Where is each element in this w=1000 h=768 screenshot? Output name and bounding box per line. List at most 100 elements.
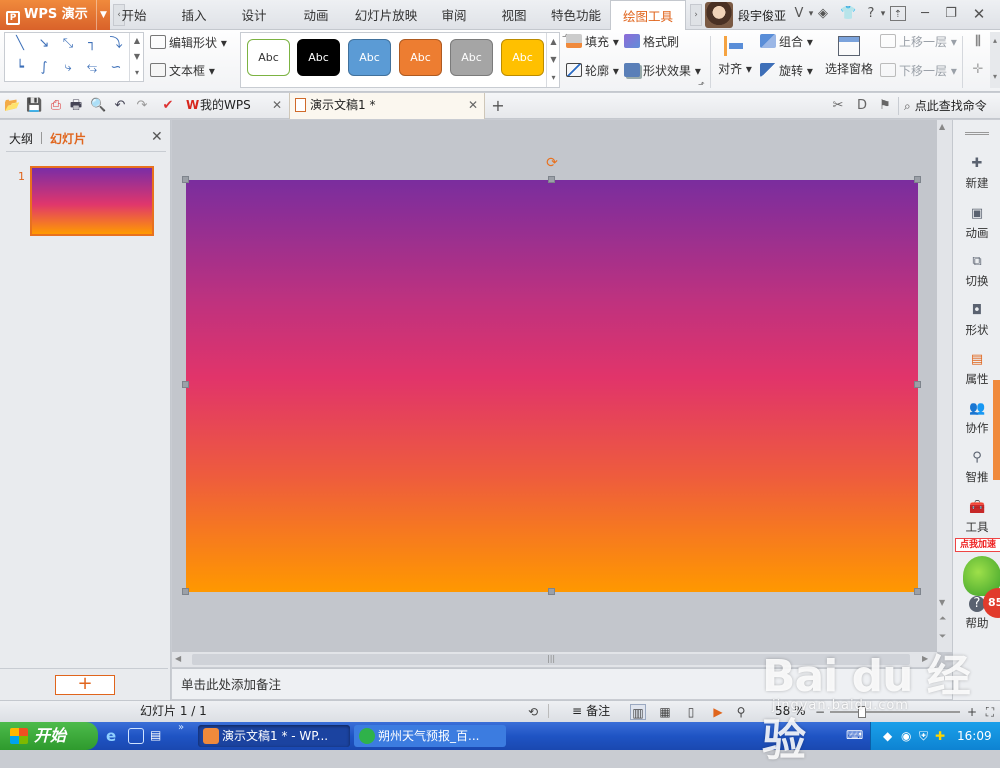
ribbon-scroll[interactable]: ▴ ▾ [990, 32, 1000, 88]
distribute-vertical-icon[interactable]: ⫼ [970, 34, 986, 50]
slideshow-icon[interactable]: ▶ [710, 704, 726, 720]
fill-button[interactable]: 填充 ▾ [566, 32, 619, 52]
ie-icon[interactable]: e [106, 727, 124, 745]
outline-button[interactable]: 轮廓 ▾ [566, 61, 619, 81]
group-button[interactable]: 组合 ▾ [760, 32, 813, 52]
format-painter-button[interactable]: 格式刷 [624, 32, 679, 52]
freeform-shape-icon[interactable]: ∽ [107, 60, 125, 76]
elbow-connector-icon[interactable]: ┐ [83, 36, 101, 52]
doc-icon[interactable]: D [854, 98, 870, 114]
resize-handle[interactable] [182, 176, 189, 183]
scroll-down-icon[interactable]: ▼ [939, 598, 945, 607]
scroll-up-icon[interactable]: ▲ [939, 122, 945, 131]
start-button[interactable]: 开始 [0, 722, 98, 750]
style-sample-gray[interactable]: Abc [450, 39, 493, 76]
rotate-button[interactable]: 旋转 ▾ [760, 61, 813, 81]
bring-forward-button[interactable]: 上移一层 ▾ [880, 32, 957, 52]
speed-up-badge[interactable]: 点我加速 [955, 538, 1000, 552]
normal-view-icon[interactable]: ▥ [630, 704, 646, 720]
feedback-icon[interactable]: ⚑ [877, 98, 893, 114]
help-dropdown-icon[interactable]: ▾ [875, 6, 891, 22]
scroll-left-icon[interactable]: ◀ [175, 654, 181, 663]
align-button[interactable]: 对齐 ▾ [716, 34, 754, 88]
tab-animation[interactable]: 动画 [292, 0, 340, 30]
tab-scroll-right-icon[interactable]: › [690, 4, 702, 26]
tab-slideshow[interactable]: 幻灯片放映 [350, 0, 422, 30]
task-weather-browser[interactable]: 朔州天气预报_百... [354, 725, 506, 747]
slide-thumbnail[interactable] [30, 166, 154, 236]
curved-double-arrow-icon[interactable]: ⥃ [83, 60, 101, 76]
text-box-button[interactable]: 文本框 ▾ [150, 61, 215, 81]
resize-handle[interactable] [914, 381, 921, 388]
tab-review[interactable]: 审阅 [430, 0, 478, 30]
style-sample-blue[interactable]: Abc [348, 39, 391, 76]
sidebar-grip-icon[interactable] [965, 132, 989, 135]
minimize-icon[interactable]: ─ [917, 6, 933, 22]
curved-connector-icon[interactable]: ∫ [35, 60, 53, 76]
tab-insert[interactable]: 插入 [170, 0, 218, 30]
avatar[interactable] [705, 2, 733, 28]
close-tab-icon[interactable]: ✕ [468, 93, 478, 118]
close-window-icon[interactable]: ✕ [971, 6, 987, 22]
close-tab-icon[interactable]: ✕ [272, 93, 282, 118]
fit-window-icon[interactable]: ⛶ [982, 704, 998, 720]
rotate-handle-icon[interactable]: ⟳ [545, 156, 559, 170]
distribute-horizontal-icon[interactable]: ✛ [970, 62, 986, 78]
style-sample-gold[interactable]: Abc [501, 39, 544, 76]
arrow-line-shape-icon[interactable]: ↘ [35, 36, 53, 52]
style-sample-white[interactable]: Abc [247, 39, 290, 76]
shape-format-expand-icon[interactable]: ⬏ [698, 80, 705, 89]
sidebar-collapse-tab[interactable] [993, 380, 1000, 480]
skin-icon[interactable]: ◈ [815, 6, 831, 22]
tab-view[interactable]: 视图 [490, 0, 538, 30]
customize-toolbar-icon[interactable]: ✔ [160, 98, 176, 114]
shapes-gallery-scroll[interactable]: ▲ ▼ ▾ [129, 33, 144, 81]
resize-handle[interactable] [182, 381, 189, 388]
switch-windows-icon[interactable]: ▤ [150, 728, 166, 744]
sidebar-item-transition[interactable]: ⧉ 切换 [953, 254, 1000, 289]
tab-drawing-tools[interactable]: 绘图工具 [610, 0, 686, 31]
sidebar-item-shape[interactable]: ◘ 形状 [953, 303, 1000, 338]
shape-effects-button[interactable]: 形状效果 ▾ [624, 61, 701, 81]
tab-presentation1[interactable]: 演示文稿1 * ✕ [289, 93, 485, 119]
style-sample-orange[interactable]: Abc [399, 39, 442, 76]
curved-arrow-connector-icon[interactable]: ⤷ [59, 60, 77, 76]
edit-shape-button[interactable]: 编辑形状 ▾ [150, 33, 227, 53]
close-panel-icon[interactable]: ✕ [151, 129, 163, 145]
vertical-scrollbar[interactable]: ▲ ▼ ⏶ ⏷ [937, 120, 952, 652]
tab-features[interactable]: 特色功能 [546, 0, 606, 30]
app-menu-dropdown-icon[interactable]: ▼ [96, 0, 110, 30]
pointer-icon[interactable]: ⚲ [733, 704, 749, 720]
double-arrow-shape-icon[interactable]: ⤡ [59, 36, 77, 52]
shapes-gallery[interactable]: ╲ ↘ ⤡ ┐ ⤵ ┕ ∫ ⤷ ⥃ ∽ ▲ ▼ ▾ [4, 32, 144, 82]
tab-my-wps[interactable]: W 我的WPS ✕ [180, 93, 288, 119]
history-icon[interactable]: ⟲ [525, 704, 541, 720]
redo-icon[interactable]: ↷ [134, 98, 150, 114]
prev-slide-icon[interactable]: ⏶ [939, 614, 946, 624]
show-desktop-icon[interactable] [128, 728, 144, 744]
resize-handle[interactable] [914, 176, 921, 183]
elbow-double-arrow-icon[interactable]: ┕ [11, 60, 29, 76]
task-presentation1[interactable]: 演示文稿1 * - WP... [198, 725, 350, 747]
tab-outline[interactable]: 大纲 [9, 130, 33, 147]
save-icon[interactable]: 💾 [26, 98, 42, 114]
slide-background-shape[interactable] [186, 180, 918, 592]
style-sample-black[interactable]: Abc [297, 39, 340, 76]
print-preview-icon[interactable]: 🔍 [90, 98, 106, 114]
quicklaunch-expand-icon[interactable]: » [178, 722, 184, 733]
export-pdf-icon[interactable]: ⎙ [48, 98, 64, 114]
app-menu-button[interactable]: P WPS 演示 [0, 0, 110, 30]
add-slide-button[interactable]: + [55, 675, 115, 695]
resize-handle[interactable] [548, 588, 555, 595]
undo-icon[interactable]: ↶ [112, 98, 128, 114]
tab-home[interactable]: 开始 [118, 0, 158, 30]
send-backward-button[interactable]: 下移一层 ▾ [880, 61, 957, 81]
selection-pane-button[interactable]: 选择窗格 [822, 34, 876, 88]
tab-design[interactable]: 设计 [230, 0, 278, 30]
reading-view-icon[interactable]: ▯ [683, 704, 699, 720]
sidebar-item-tools[interactable]: 🧰 工具 [953, 500, 1000, 535]
print-icon[interactable]: 🖶 [68, 98, 84, 114]
tool-icon[interactable]: ✂ [830, 98, 846, 114]
slide-sorter-icon[interactable]: ▦ [657, 704, 673, 720]
resize-handle[interactable] [548, 176, 555, 183]
